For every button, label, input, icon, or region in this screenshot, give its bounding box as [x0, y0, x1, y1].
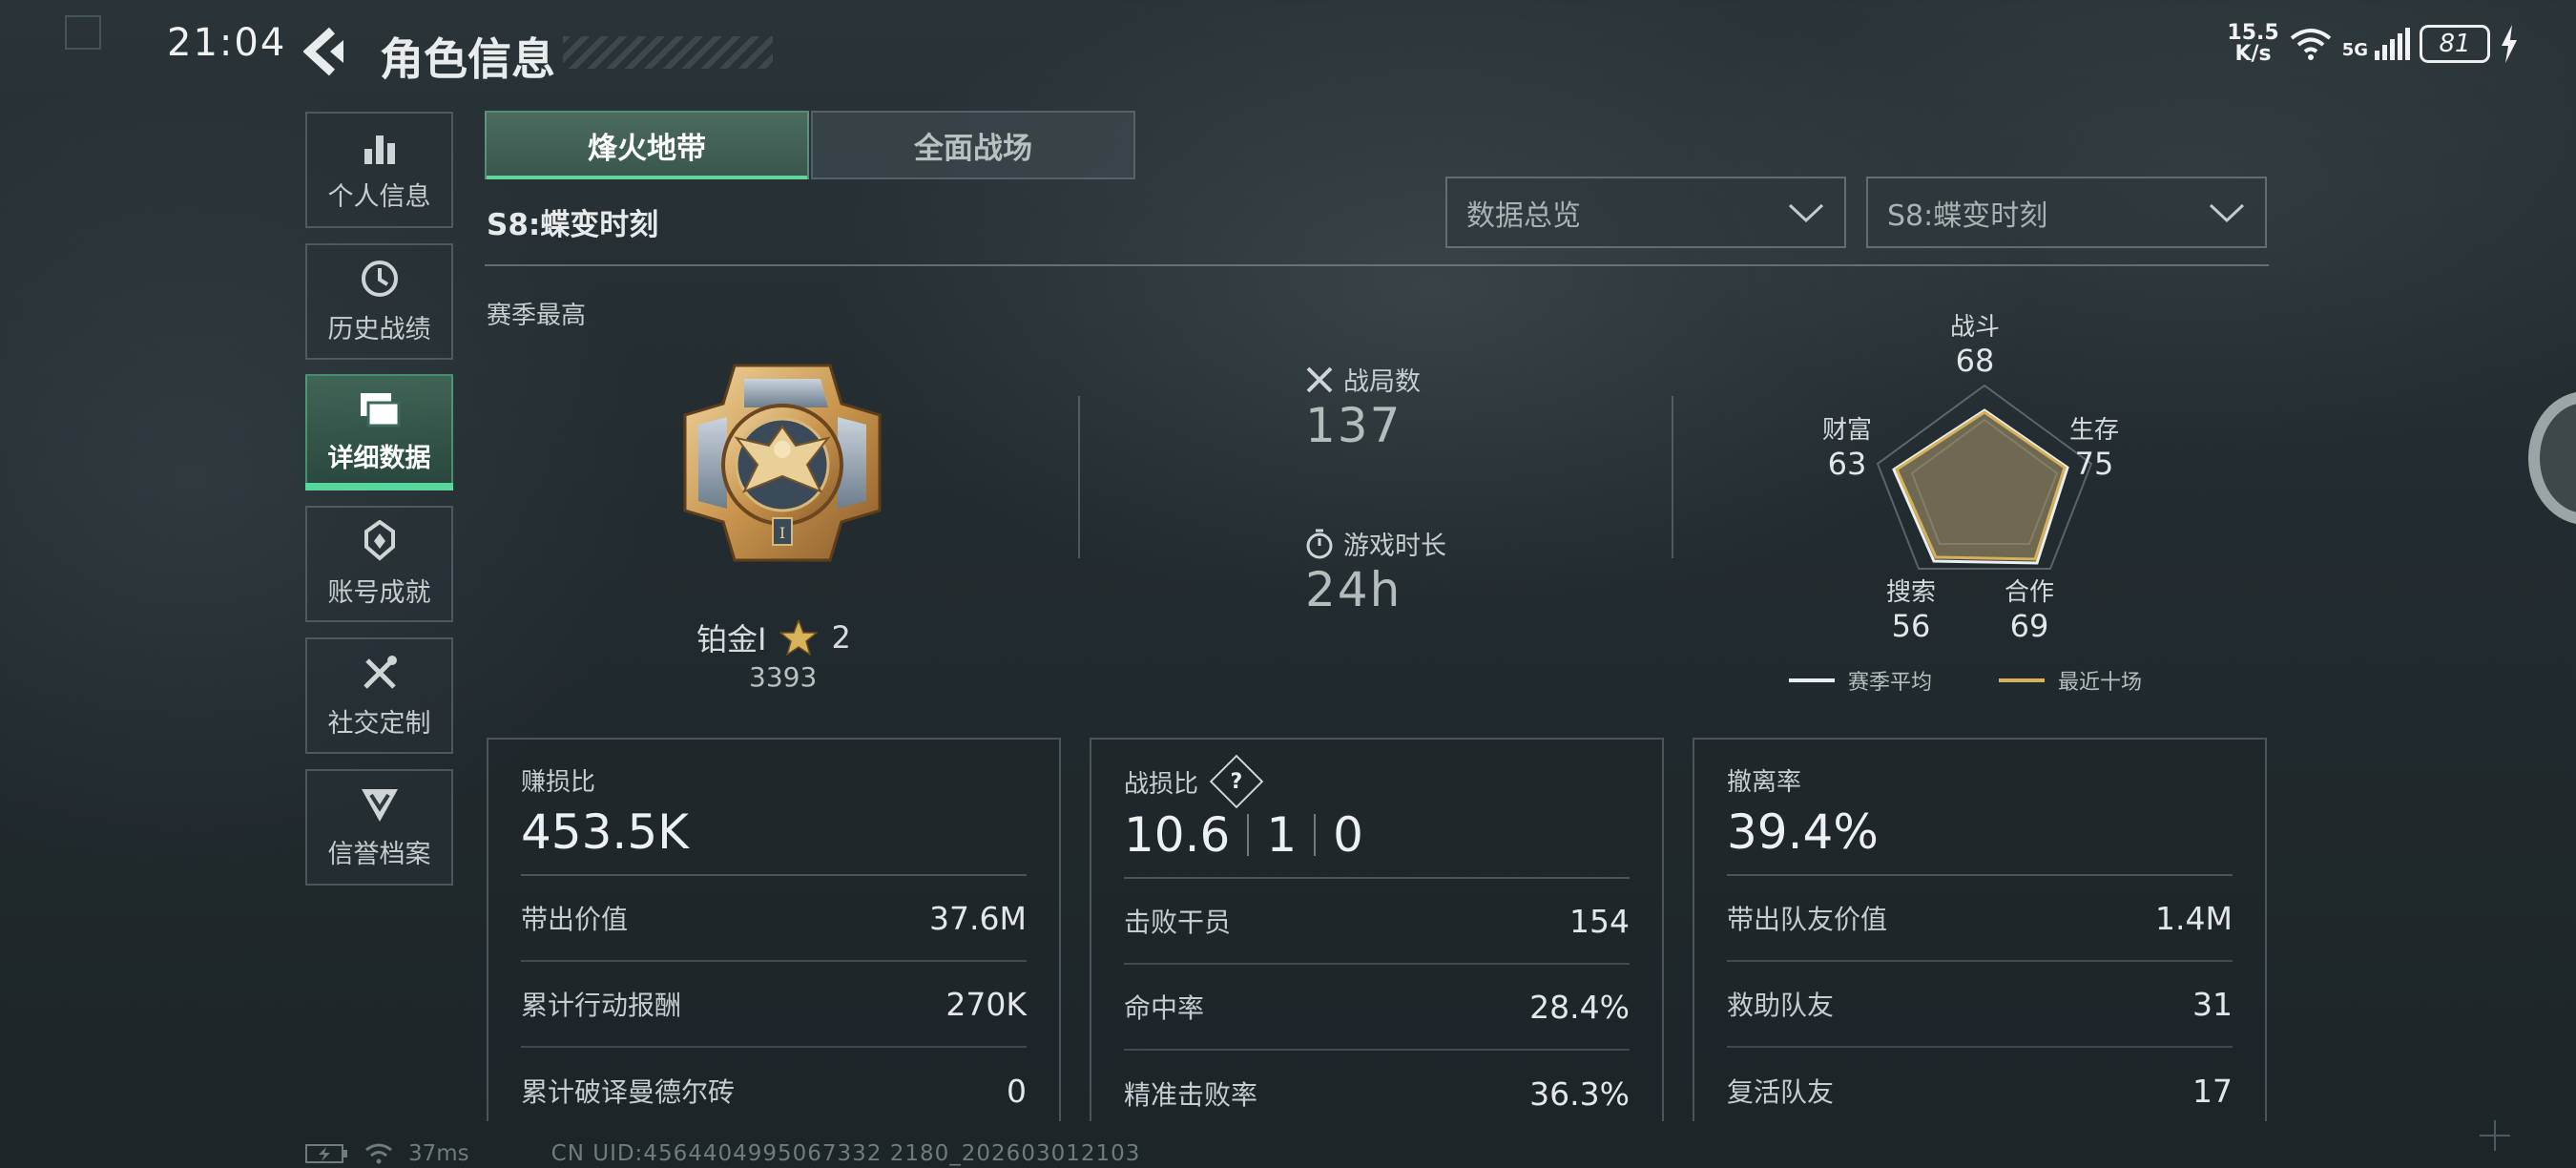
sidebar-item-reputation[interactable]: 信誉档案	[305, 769, 453, 886]
stat-row: 累计行动报酬 270K	[521, 962, 1027, 1048]
radar-axis-combat: 战斗 68	[1949, 313, 2000, 379]
star-icon	[779, 619, 819, 656]
radar-axis-cooperation: 合作 69	[2004, 578, 2054, 644]
profit-card: 赚损比 453.5K 带出价值 37.6M 累计行动报酬 270K 累计破译曼德尔砖…	[487, 738, 1061, 1121]
floating-assist-button[interactable]	[2528, 391, 2576, 525]
kd-values: 10.6 1 0	[1124, 807, 1363, 863]
sidebar-item-label: 账号成就	[327, 577, 431, 608]
charging-icon	[2502, 25, 2517, 63]
dropdown-value: S8:蝶变时刻	[1887, 198, 2048, 233]
shield-icon	[361, 788, 398, 822]
card-title: 战损比	[1124, 769, 1199, 799]
radar-axis-wealth: 财富 63	[1821, 416, 1872, 482]
chevron-down-icon	[1788, 203, 1824, 222]
tab-fire-zone[interactable]: 烽火地带	[485, 111, 809, 179]
sidebar-item-label: 信誉档案	[327, 839, 431, 869]
wifi-icon	[2290, 29, 2331, 60]
stat-row: 带出价值 37.6M	[521, 876, 1027, 962]
rank-stars: 2	[831, 619, 851, 656]
stat-row: 累计破译曼德尔砖 0	[521, 1072, 1027, 1110]
wifi-icon	[365, 1143, 392, 1164]
plus-icon	[2480, 1120, 2510, 1151]
sidebar-item-personal-info[interactable]: 个人信息	[305, 112, 453, 228]
title-decoration	[563, 36, 773, 69]
radar-legend: 赛季平均 最近十场	[1789, 665, 2142, 696]
rank-name: 铂金Ⅰ	[696, 621, 767, 657]
battery-indicator: 81	[2420, 25, 2490, 63]
bar-chart-icon	[364, 135, 395, 164]
divider	[1672, 396, 1673, 558]
stat-row: 带出队友价值 1.4M	[1727, 876, 2233, 962]
card-value: 453.5K	[521, 804, 689, 860]
corner-indicator	[65, 15, 101, 50]
overview-dropdown[interactable]: 数据总览	[1445, 177, 1846, 248]
page-title: 角色信息	[380, 33, 555, 85]
kd-card: 战损比 ? 10.6 1 0 击败干员 154 命中率 28.4% 精准击败率 36.3%	[1090, 738, 1664, 1121]
season-title: S8:蝶变时刻	[487, 208, 659, 242]
user-uid: CN UID:4564404995067332 2180_20260301210…	[551, 1141, 1141, 1166]
ping-value: 37ms	[408, 1141, 469, 1166]
history-clock-icon	[361, 260, 398, 297]
sidebar-item-detailed-data[interactable]: 详细数据	[305, 374, 453, 490]
sidebar-item-label: 社交定制	[327, 708, 431, 739]
divider	[485, 264, 2269, 266]
achievement-icon	[364, 519, 395, 561]
sidebar-item-achievements[interactable]: 账号成就	[305, 506, 453, 622]
crossed-swords-icon	[1306, 366, 1333, 392]
legend-season-avg: 赛季平均	[1789, 665, 1932, 696]
back-arrow-icon[interactable]	[303, 27, 345, 76]
stat-row: 复活队友 17	[1727, 1072, 2233, 1110]
help-icon[interactable]: ?	[1209, 754, 1264, 809]
matches-stat: 战局数 137	[1305, 361, 1421, 453]
dropdown-value: 数据总览	[1466, 198, 1581, 233]
svg-text:I: I	[779, 524, 785, 542]
matches-value: 137	[1305, 398, 1402, 453]
card-title: 撤离率	[1727, 768, 1802, 797]
card-value: 39.4%	[1727, 804, 1879, 860]
tab-full-battlefield[interactable]: 全面战场	[811, 111, 1135, 179]
stat-row: 精准击败率 36.3%	[1124, 1074, 1630, 1113]
rank-info: 铂金Ⅰ 2	[696, 615, 851, 659]
battery-charging-icon	[305, 1144, 347, 1163]
tools-icon	[363, 655, 397, 689]
sidebar-item-history[interactable]: 历史战绩	[305, 243, 453, 360]
playtime-stat: 游戏时长 24h	[1305, 525, 1446, 617]
stat-row: 命中率 28.4%	[1124, 965, 1630, 1051]
sidebar-item-label: 详细数据	[327, 443, 431, 473]
net-speed: 15.5 K/s	[2227, 21, 2279, 66]
card-title: 赚损比	[521, 768, 596, 797]
sidebar-item-label: 历史战绩	[327, 314, 431, 344]
chevron-down-icon	[2209, 203, 2245, 222]
footer: 37ms CN UID:4564404995067332 2180_202603…	[305, 1141, 1140, 1166]
rank-score: 3393	[749, 661, 818, 693]
rank-medal-icon: I	[683, 364, 882, 562]
radar-axis-survival: 生存 75	[2068, 416, 2119, 482]
stat-row: 击败干员 154	[1124, 879, 1630, 965]
playtime-label: 游戏时长	[1343, 532, 1446, 561]
radar-axis-search: 搜索 56	[1885, 578, 1936, 644]
stat-row: 救助队友 31	[1727, 962, 2233, 1048]
sidebar-item-label: 个人信息	[327, 181, 431, 212]
season-best-label: 赛季最高	[487, 302, 587, 330]
folder-icon	[360, 392, 400, 427]
playtime-value: 24h	[1305, 562, 1402, 617]
sidebar-item-social[interactable]: 社交定制	[305, 637, 453, 754]
divider	[1078, 396, 1080, 558]
season-dropdown[interactable]: S8:蝶变时刻	[1866, 177, 2267, 248]
extract-card: 撤离率 39.4% 带出队友价值 1.4M 救助队友 31 复活队友 17	[1693, 738, 2267, 1121]
cellular-signal-icon: 5G	[2342, 28, 2410, 60]
status-indicators: 15.5 K/s 5G 81	[2227, 17, 2519, 71]
legend-recent-ten: 最近十场	[1999, 665, 2142, 696]
stopwatch-icon	[1306, 529, 1333, 558]
status-clock: 21:04	[167, 21, 287, 65]
matches-label: 战局数	[1343, 367, 1421, 397]
